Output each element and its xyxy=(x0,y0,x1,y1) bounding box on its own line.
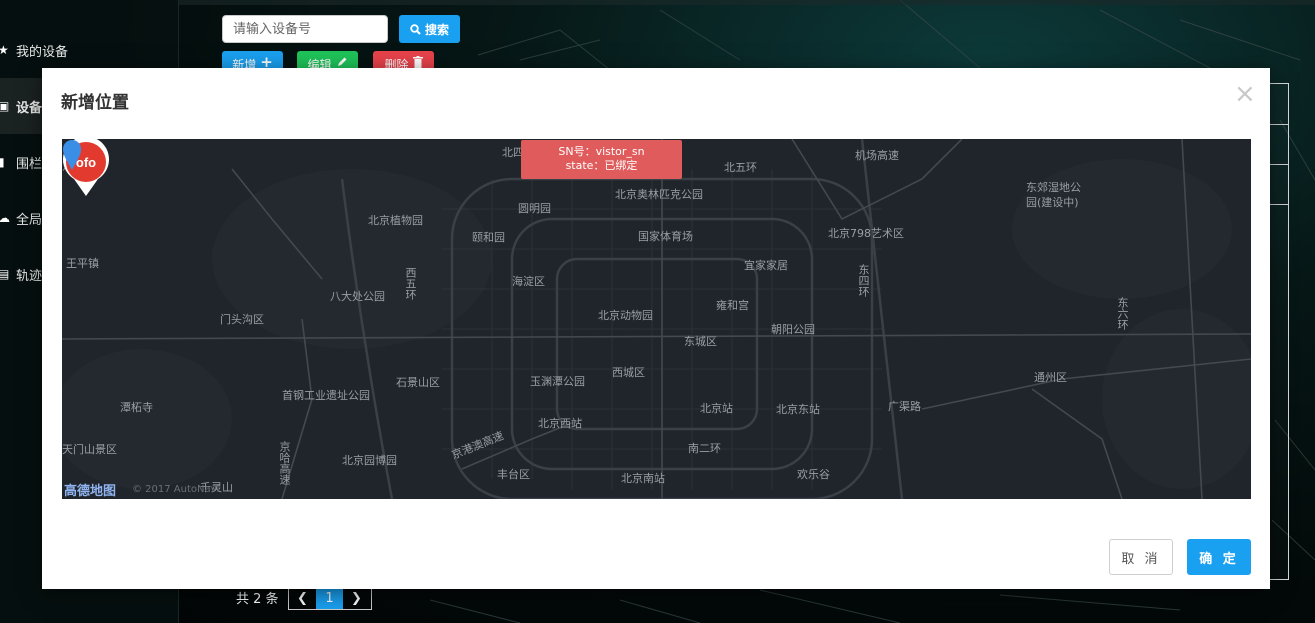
map-label: 首钢工业遗址公园 xyxy=(282,389,370,402)
map-view[interactable]: 北五环 北四环 北京奥林匹克公园 机场高速 东郊湿地公 园(建设中) 北京植物园… xyxy=(62,139,1251,499)
map-label: 北京植物园 xyxy=(368,214,423,227)
search-input[interactable] xyxy=(222,15,388,43)
map-label: 石景山区 xyxy=(396,376,440,389)
map-label: 欢乐谷 xyxy=(797,468,830,481)
map-label: 八大处公园 xyxy=(330,290,385,303)
map-label: 北京798艺术区 xyxy=(828,227,904,240)
confirm-button[interactable]: 确 定 xyxy=(1187,539,1251,575)
sidebar-item-label: 全局 xyxy=(16,212,43,228)
sidebar-item-label: 我的设备 xyxy=(16,44,69,60)
page-number-current[interactable]: 1 xyxy=(316,587,343,609)
map-label: 西城区 xyxy=(612,366,645,379)
pagination-total: 共 2 条 xyxy=(236,592,279,607)
cancel-button[interactable]: 取 消 xyxy=(1109,539,1173,575)
plus-icon: + xyxy=(260,53,273,71)
map-label: 机场高速 xyxy=(855,149,899,162)
map-label: 天门山景区 xyxy=(62,443,117,456)
map-label: 雍和宫 xyxy=(716,299,749,312)
sidebar-item-label: 轨迹 xyxy=(16,268,43,284)
map-label: 北京南站 xyxy=(621,472,665,485)
map-label: 北京西站 xyxy=(538,417,582,430)
sidebar-item-label: 设备 xyxy=(16,100,43,116)
map-label: 广渠路 xyxy=(888,400,921,413)
map-label: 王平镇 xyxy=(66,257,99,270)
cloud-icon: ☁ xyxy=(0,211,10,225)
popup-state: state：已绑定 xyxy=(565,159,638,172)
location-pin-icon[interactable] xyxy=(62,139,82,171)
pagination: ❮ 1 ❯ xyxy=(288,586,372,610)
map-label: 东六环 xyxy=(1116,297,1129,330)
pencil-icon xyxy=(337,57,346,66)
map-label: 西五环 xyxy=(404,267,417,300)
map-label: 朝阳公园 xyxy=(771,323,815,336)
map-label: 东郊湿地公 xyxy=(1026,181,1081,194)
device-icon: ▣ xyxy=(0,99,10,113)
popup-sn: SN号：vistor_sn xyxy=(558,145,645,158)
add-location-modal: 新增位置 × 北五环 北四环 北京奥林匹克公园 机场高速 东郊湿地公 园(建设中… xyxy=(42,68,1270,589)
map-label: 国家体育场 xyxy=(638,230,693,243)
sidebar-item-label: 围栏 xyxy=(16,156,43,172)
map-label: 园(建设中) xyxy=(1026,196,1079,209)
map-label: 北京东站 xyxy=(776,403,820,416)
map-label: 北京园博园 xyxy=(342,454,397,467)
close-icon[interactable]: × xyxy=(1234,81,1256,107)
trash-icon xyxy=(412,56,423,68)
map-label: 门头沟区 xyxy=(220,313,264,326)
search-button[interactable]: 搜索 xyxy=(399,15,460,43)
map-label: 颐和园 xyxy=(472,231,505,244)
map-label: 南二环 xyxy=(688,442,721,455)
map-label: 北京站 xyxy=(700,402,733,415)
map-label: 通州区 xyxy=(1034,371,1067,384)
modal-title: 新增位置 xyxy=(61,93,129,113)
map-copyright: © 2017 AutoNavi xyxy=(132,484,220,495)
map-label: 北京动物园 xyxy=(598,309,653,322)
fence-icon: ▮ xyxy=(0,155,5,169)
map-label: 宜家家居 xyxy=(744,259,788,272)
map-label: 海淀区 xyxy=(512,275,545,288)
map-label: 丰台区 xyxy=(497,468,530,481)
chevron-left-icon[interactable]: ❮ xyxy=(289,587,316,609)
star-icon: ★ xyxy=(0,43,9,57)
map-label: 圆明园 xyxy=(518,202,551,215)
chevron-right-icon[interactable]: ❯ xyxy=(343,587,370,609)
search-button-label: 搜索 xyxy=(424,22,449,37)
map-label: 北京奥林匹克公园 xyxy=(615,188,703,201)
search-icon xyxy=(410,23,421,35)
map-label: 京哈高速 xyxy=(278,441,291,485)
map-label: 潭柘寺 xyxy=(120,401,153,414)
map-label: 东四环 xyxy=(857,264,870,297)
map-label: 北五环 xyxy=(724,161,757,174)
marker-info-popup: SN号：vistor_sn state：已绑定 xyxy=(521,140,682,179)
track-icon: ▤ xyxy=(0,267,10,281)
map-label: 东城区 xyxy=(684,335,717,348)
map-label: 玉渊潭公园 xyxy=(530,375,585,388)
map-logo: 高德地图 xyxy=(64,484,117,499)
